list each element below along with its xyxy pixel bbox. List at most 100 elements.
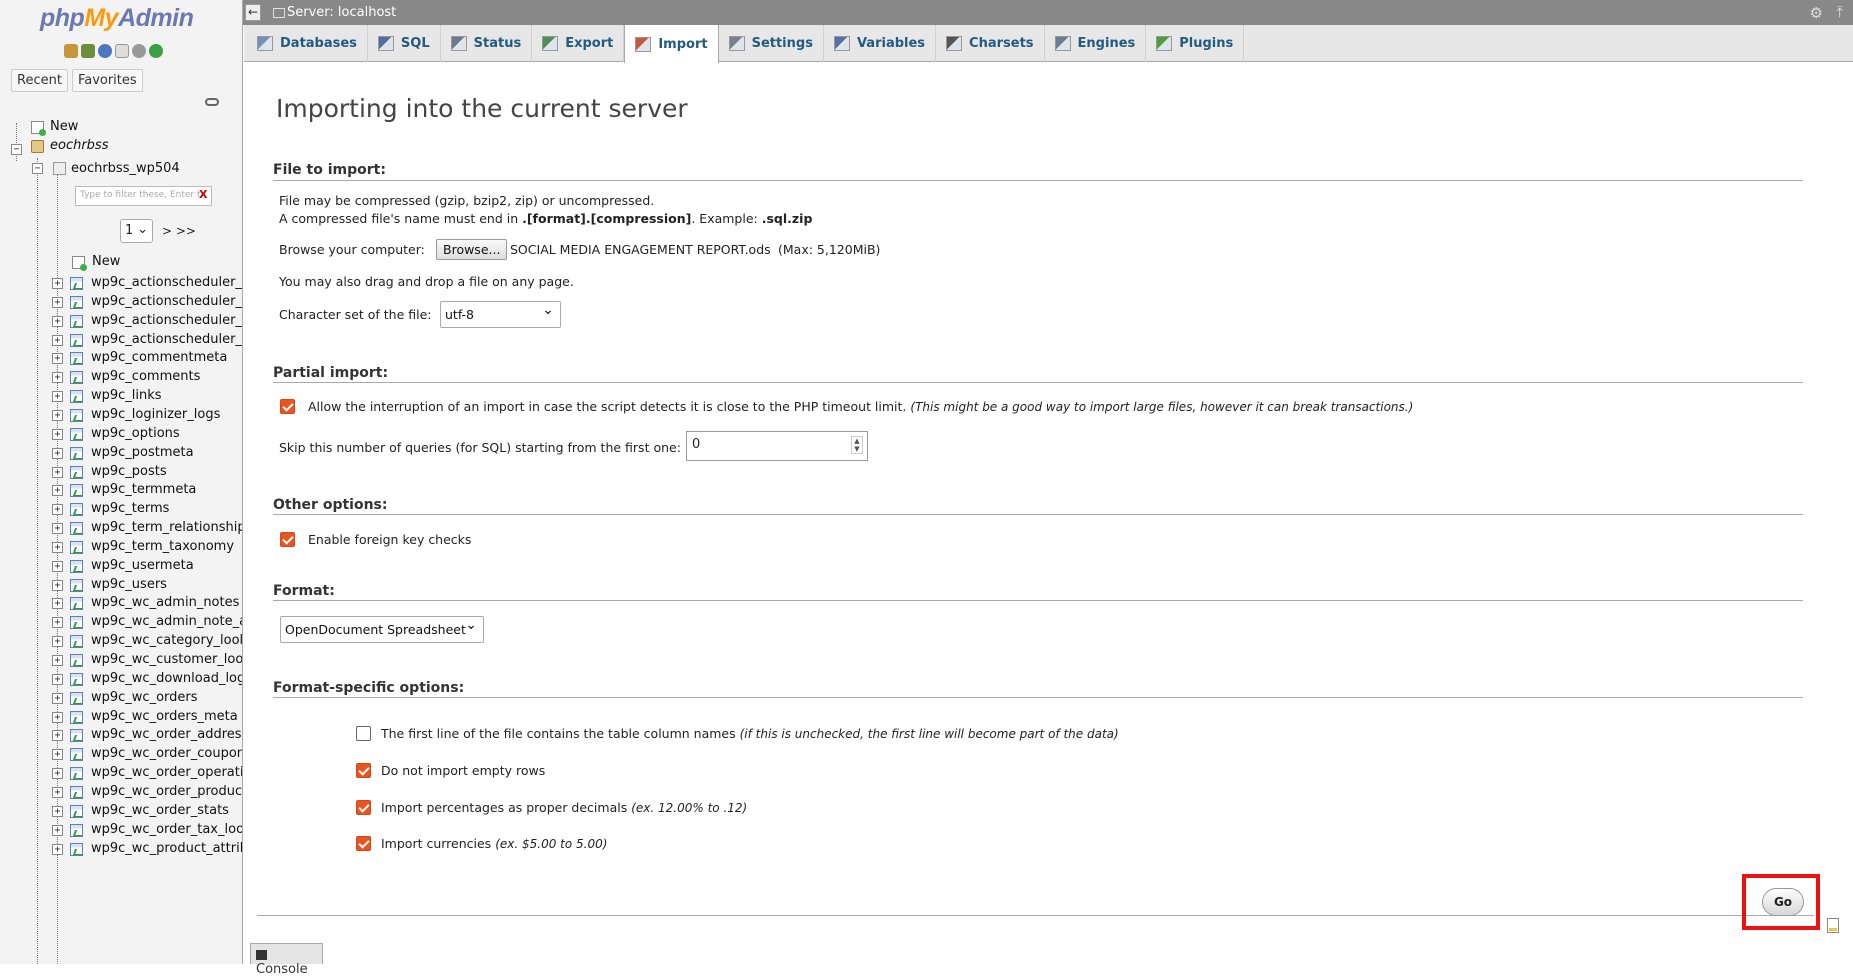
expand-icon[interactable]: + <box>52 409 63 421</box>
table-name[interactable]: wp9c_wc_orders <box>91 690 198 705</box>
table-list-item[interactable]: + wp9c_wc_order_operatio <box>0 764 242 782</box>
expand-icon[interactable]: + <box>52 504 63 516</box>
table-name[interactable]: wp9c_postmeta <box>91 445 194 460</box>
expand-icon[interactable]: + <box>52 315 63 327</box>
expand-icon[interactable]: + <box>52 768 63 780</box>
next-page-link[interactable]: > >> <box>162 224 196 238</box>
gear-icon[interactable]: ⚙ <box>1810 4 1823 22</box>
tab-variables[interactable]: Variables <box>824 25 937 62</box>
table-filter-input[interactable]: Type to filter these, Enter t <box>75 186 212 206</box>
go-button[interactable]: Go <box>1762 888 1804 916</box>
table-list-item[interactable]: + wp9c_wc_orders <box>0 689 242 707</box>
page-settings-icon[interactable] <box>1827 918 1839 933</box>
column-names-checkbox[interactable] <box>356 726 371 741</box>
clear-filter-icon[interactable]: X <box>199 188 207 201</box>
table-name[interactable]: wp9c_actionscheduler_lo <box>91 332 242 347</box>
tab-sql[interactable]: SQL <box>368 25 441 62</box>
expand-icon[interactable]: + <box>52 466 63 478</box>
tab-charsets[interactable]: Charsets <box>936 25 1045 62</box>
expand-icon[interactable]: + <box>52 334 63 346</box>
expand-icon[interactable]: + <box>52 673 63 685</box>
tab-export[interactable]: Export <box>532 25 625 62</box>
table-list-item[interactable]: + wp9c_termmeta <box>0 481 242 499</box>
table-list-item[interactable]: + wp9c_wc_order_coupon_ <box>0 745 242 763</box>
table-list-item[interactable]: + wp9c_term_taxonomy <box>0 538 242 556</box>
expand-icon[interactable]: + <box>52 296 63 308</box>
browse-button[interactable]: Browse... <box>436 239 508 260</box>
collapse-icon[interactable]: − <box>11 144 22 155</box>
table-list-item[interactable]: + wp9c_actionscheduler_a <box>0 274 242 292</box>
recent-tab[interactable]: Recent <box>11 69 68 92</box>
table-name[interactable]: wp9c_wc_orders_meta <box>91 709 238 724</box>
table-list-item[interactable]: + wp9c_options <box>0 425 242 443</box>
table-list-item[interactable]: + wp9c_links <box>0 387 242 405</box>
table-list-item[interactable]: + wp9c_posts <box>0 463 242 481</box>
skip-queries-input[interactable]: 0 ▲ ▼ <box>686 431 868 461</box>
tab-engines[interactable]: Engines <box>1045 25 1147 62</box>
expand-icon[interactable]: + <box>52 447 63 459</box>
expand-icon[interactable]: + <box>52 523 63 535</box>
table-list-item[interactable]: + wp9c_wc_order_stats <box>0 802 242 820</box>
table-name[interactable]: wp9c_wc_category_looku <box>91 633 242 648</box>
table-list-item[interactable]: + wp9c_commentmeta <box>0 349 242 367</box>
charset-select[interactable]: utf-8 <box>440 301 561 328</box>
expand-icon[interactable]: + <box>52 730 63 742</box>
tab-databases[interactable]: Databases <box>247 25 368 62</box>
allow-interrupt-checkbox[interactable] <box>280 399 295 414</box>
table-list-item[interactable]: + wp9c_wc_order_product_ <box>0 783 242 801</box>
home-icon[interactable] <box>64 44 78 58</box>
expand-icon[interactable]: + <box>52 560 63 572</box>
console-toggle[interactable]: Console <box>250 943 323 977</box>
expand-icon[interactable]: + <box>52 372 63 384</box>
expand-icon[interactable]: + <box>52 805 63 817</box>
tab-plugins[interactable]: Plugins <box>1146 25 1245 62</box>
link-icon[interactable] <box>205 98 219 106</box>
table-list-item[interactable]: + wp9c_wc_order_address <box>0 726 242 744</box>
table-name[interactable]: wp9c_wc_order_product_ <box>91 784 242 799</box>
expand-icon[interactable]: + <box>52 353 63 365</box>
table-name[interactable]: wp9c_actionscheduler_a <box>91 275 242 290</box>
gear-icon[interactable] <box>132 44 146 58</box>
table-list-item[interactable]: + wp9c_term_relationships <box>0 519 242 537</box>
tree-database[interactable]: eochrbss_wp504 <box>71 161 180 176</box>
table-name[interactable]: wp9c_comments <box>91 369 200 384</box>
table-name[interactable]: wp9c_termmeta <box>91 482 196 497</box>
expand-icon[interactable]: + <box>52 428 63 440</box>
expand-icon[interactable]: + <box>52 655 63 666</box>
table-list-item[interactable]: + wp9c_actionscheduler_g <box>0 312 242 330</box>
table-list-item[interactable]: + wp9c_users <box>0 576 242 594</box>
table-name[interactable]: wp9c_wc_order_tax_look <box>91 822 242 837</box>
help-icon[interactable] <box>98 44 112 58</box>
table-name[interactable]: wp9c_wc_customer_look <box>91 652 242 667</box>
expand-icon[interactable]: + <box>52 598 63 610</box>
table-name[interactable]: wp9c_commentmeta <box>91 350 227 365</box>
table-name[interactable]: wp9c_loginizer_logs <box>91 407 220 422</box>
expand-icon[interactable]: + <box>52 749 63 761</box>
expand-icon[interactable]: + <box>52 824 63 836</box>
table-list-item[interactable]: + wp9c_wc_order_tax_look <box>0 821 242 839</box>
expand-icon[interactable]: + <box>52 786 63 798</box>
foreign-key-checkbox[interactable] <box>280 532 295 547</box>
table-list-item[interactable]: + wp9c_terms <box>0 500 242 518</box>
table-name[interactable]: wp9c_wc_product_attribu <box>91 841 242 856</box>
expand-icon[interactable]: + <box>52 278 63 289</box>
table-list-item[interactable]: + wp9c_wc_admin_note_ac <box>0 613 242 631</box>
table-list-item[interactable]: + wp9c_wc_orders_meta <box>0 708 242 726</box>
table-name[interactable]: wp9c_terms <box>91 501 169 516</box>
expand-icon[interactable]: + <box>52 843 63 855</box>
percentages-checkbox[interactable] <box>356 800 371 815</box>
expand-icon[interactable]: + <box>52 692 63 704</box>
collapse-nav-icon[interactable]: ← <box>245 4 261 21</box>
table-list-item[interactable]: + wp9c_wc_category_looku <box>0 632 242 650</box>
expand-icon[interactable]: + <box>52 541 63 553</box>
table-list-item[interactable]: + wp9c_actionscheduler_cl <box>0 293 242 311</box>
table-list-item[interactable]: + wp9c_wc_product_attribu <box>0 840 242 858</box>
table-name[interactable]: wp9c_wc_admin_note_ac <box>91 614 242 629</box>
table-name[interactable]: wp9c_wc_download_log <box>91 671 242 686</box>
table-name[interactable]: wp9c_term_relationships <box>91 520 242 535</box>
tree-server-db[interactable]: eochrbss <box>50 138 108 153</box>
table-name[interactable]: wp9c_wc_order_stats <box>91 803 229 818</box>
table-name[interactable]: wp9c_wc_order_operatio <box>91 765 242 780</box>
expand-icon[interactable]: + <box>52 579 63 591</box>
reload-icon[interactable] <box>149 44 163 58</box>
